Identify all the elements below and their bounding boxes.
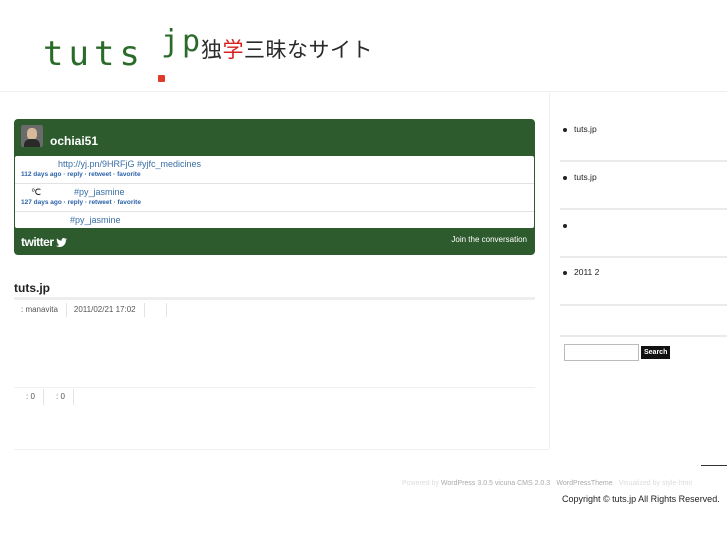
sidebar-item-label: tuts.jp	[574, 172, 597, 182]
sidebar-item[interactable]: tuts.jp	[563, 172, 597, 182]
tweet-meta[interactable]: 127 days ago · reply · retweet · favorit…	[21, 199, 141, 206]
list-item: ℃ #py_jasmine 127 days ago · reply · ret…	[15, 184, 534, 212]
post-meta-empty	[145, 303, 167, 317]
powered-prefix: Powered by	[402, 480, 439, 487]
post-title[interactable]: tuts.jp	[14, 281, 50, 295]
column-divider	[549, 92, 550, 449]
avatar[interactable]	[21, 125, 43, 147]
list-item: #py_jasmine	[15, 212, 534, 228]
sidebar-block	[560, 210, 727, 258]
sidebar-block: tuts.jp	[560, 113, 727, 162]
site-logo[interactable]: tuts jp	[40, 20, 200, 82]
copyright: Copyright © tuts.jp All Rights Reserved.	[562, 494, 720, 504]
post-counts: : 0 : 0	[14, 389, 74, 405]
stylehtml-link[interactable]: style-html	[662, 480, 692, 487]
post-title-underline	[14, 297, 535, 300]
header-divider	[0, 91, 727, 92]
comment-count[interactable]: : 0	[14, 389, 44, 405]
join-conversation-link[interactable]: Join the conversation	[451, 235, 527, 244]
post-meta: : manavita 2011/02/21 17:02	[14, 303, 167, 317]
logo-dot	[158, 75, 165, 82]
tweet-hashtag[interactable]: #py_jasmine	[74, 187, 125, 197]
sidebar-item[interactable]: 2011 2	[563, 267, 599, 277]
tweet-meta[interactable]: 112 days ago · reply · retweet · favorit…	[21, 171, 141, 178]
sidebar-item[interactable]	[563, 220, 574, 230]
tweet-text[interactable]: http://yj.pn/9HRFjG #yjfc_medicines	[58, 159, 201, 169]
tweet-hashtag[interactable]: #py_jasmine	[70, 215, 121, 225]
logo-text-tuts: tuts	[43, 34, 145, 74]
sidebar-block	[560, 306, 727, 337]
search-button[interactable]: Search	[641, 346, 671, 359]
tagline-part-1: 独	[201, 38, 223, 62]
content-bottom-rule	[14, 449, 549, 450]
trackback-count[interactable]: : 0	[44, 389, 74, 405]
twitter-widget: ochiai51 http://yj.pn/9HRFjG #yjfc_medic…	[14, 119, 535, 255]
powered-by: Powered by WordPress 3.0.5 vicuna CMS 2.…	[402, 480, 692, 487]
tagline-highlight: 学	[222, 38, 244, 62]
search-input[interactable]	[564, 344, 639, 361]
sidebar-item-label: 2011 2	[574, 267, 600, 277]
tweet-list: http://yj.pn/9HRFjG #yjfc_medicines 112 …	[15, 156, 534, 228]
twitter-username[interactable]: ochiai51	[50, 134, 98, 148]
theme-link[interactable]: WordPressTheme	[556, 480, 612, 487]
sidebar-item[interactable]: tuts.jp	[563, 124, 597, 134]
post-divider	[14, 387, 535, 388]
twitter-logo-icon[interactable]: twitter	[21, 235, 68, 249]
twitter-logo-label: twitter	[21, 235, 54, 249]
tagline-part-2: 三昧なサイト	[244, 38, 373, 62]
post-date: 2011/02/21 17:02	[67, 303, 145, 317]
list-item: http://yj.pn/9HRFjG #yjfc_medicines 112 …	[15, 156, 534, 184]
sidebar-item-label	[563, 220, 574, 230]
vicuna-link[interactable]: vicuna CMS 2.0.3	[495, 480, 550, 487]
sidebar-block: tuts.jp	[560, 162, 727, 210]
site-tagline: 独学三昧なサイト	[201, 34, 373, 64]
sidebar-block: 2011 2	[560, 258, 727, 306]
visualized-by: · Visualized by	[614, 480, 661, 487]
logo-text-jp: jp	[161, 24, 204, 59]
wordpress-link[interactable]: WordPress 3.0.5	[441, 480, 493, 487]
bird-icon	[56, 238, 68, 248]
sidebar-item-label: tuts.jp	[574, 124, 597, 134]
post-author[interactable]: : manavita	[14, 303, 67, 317]
tweet-text-prefix: ℃	[31, 187, 42, 197]
avatar-body	[24, 139, 40, 147]
footer-rule	[701, 465, 727, 466]
